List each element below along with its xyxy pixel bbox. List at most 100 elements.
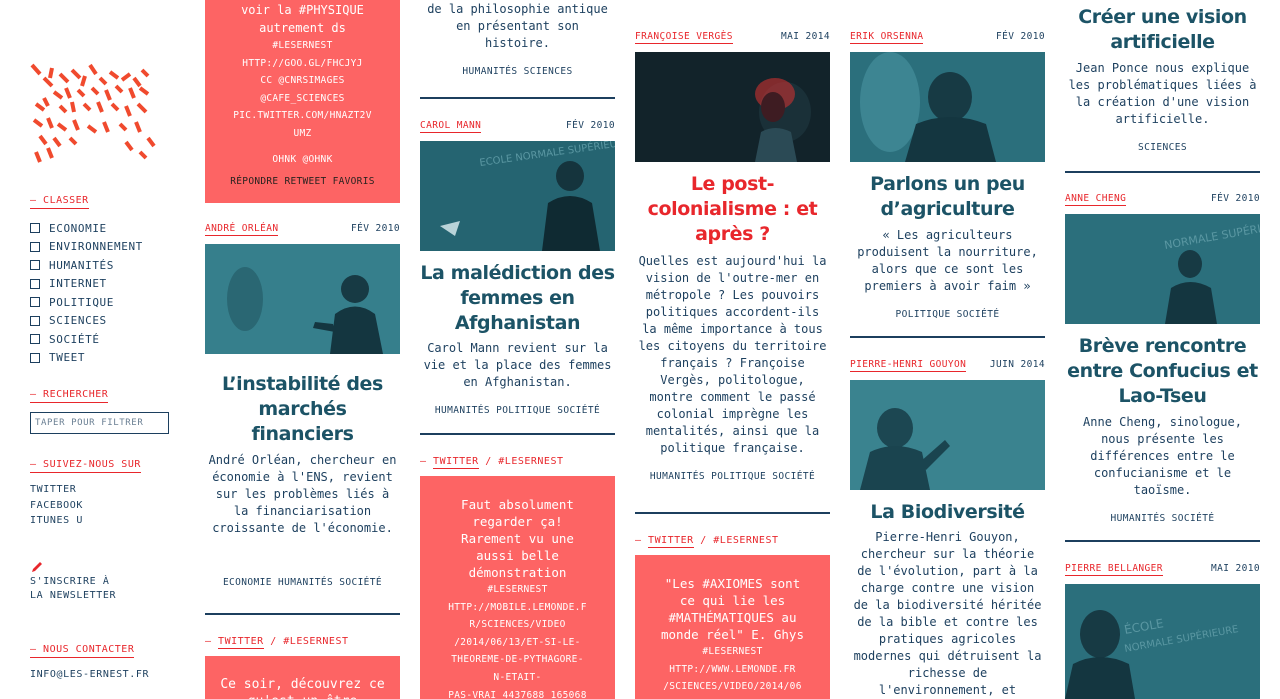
author[interactable]: ANDRÉ ORLÉAN bbox=[205, 223, 279, 236]
column-1: voir la #PHYSIQUE autrement ds #LESERNES… bbox=[205, 0, 400, 699]
tweet-card[interactable]: "Les #AXIOMES sont ce qui lie les #MATHÉ… bbox=[635, 555, 830, 699]
article-card[interactable]: FRANÇOISE VERGÈS MAI 2014 Le post-colonia… bbox=[635, 31, 830, 482]
twitter-link[interactable]: TWITTER bbox=[30, 484, 83, 500]
article-photo[interactable] bbox=[635, 52, 830, 162]
article-description: « Les agriculteurs produisent la nourrit… bbox=[857, 228, 1038, 293]
checkbox[interactable] bbox=[30, 278, 40, 289]
divider bbox=[1065, 171, 1260, 173]
article-card[interactable]: CAROL MANN FÉV 2010 ECOLE NORMALE SUPÉRIE… bbox=[420, 120, 615, 416]
article-tags[interactable]: ECONOMIE HUMANITÉS SOCIÉTÉ bbox=[205, 577, 400, 588]
twitter-heading: – TWITTER / #LESERNEST bbox=[420, 456, 564, 469]
article-card[interactable]: de la philosophie antique en présentant … bbox=[420, 1, 615, 77]
article-tags[interactable]: POLITIQUE SOCIÉTÉ bbox=[850, 309, 1045, 320]
twitter-heading: – TWITTER / #LESERNEST bbox=[635, 535, 779, 548]
divider bbox=[635, 512, 830, 514]
article-photo[interactable]: NORMALE SUPÉRIEURE bbox=[1065, 214, 1260, 324]
contact-title: – NOUS CONTACTER bbox=[30, 644, 135, 658]
date: FÉV 2010 bbox=[996, 31, 1045, 42]
checkbox[interactable] bbox=[30, 334, 40, 345]
article-title[interactable]: Parlons un peu d’agriculture bbox=[850, 172, 1045, 222]
tweet-card[interactable]: voir la #PHYSIQUE autrement ds #LESERNES… bbox=[205, 0, 400, 203]
filter-tweet[interactable]: TWEET bbox=[30, 349, 143, 368]
article-photo[interactable] bbox=[205, 244, 400, 354]
filter-politique[interactable]: POLITIQUE bbox=[30, 293, 143, 312]
article-description: de la philosophie antique en présentant … bbox=[427, 2, 608, 50]
date: FÉV 2010 bbox=[566, 120, 615, 131]
article-description: Carol Mann revient sur la vie et la plac… bbox=[423, 341, 612, 389]
search-input[interactable] bbox=[30, 412, 169, 434]
author[interactable]: PIERRE-HENRI GOUYON bbox=[850, 359, 967, 372]
article-card[interactable]: PIERRE BELLANGER MAI 2010 ÉCOLE NORMALE S… bbox=[1065, 563, 1260, 699]
column-5: Créer une vision artificielle Jean Ponce… bbox=[1065, 0, 1260, 699]
checkbox[interactable] bbox=[30, 315, 40, 326]
article-card[interactable]: ANDRÉ ORLÉAN FÉV 2010 L’instabilité des m… bbox=[205, 223, 400, 588]
article-description: Pierre-Henri Gouyon, chercheur sur la th… bbox=[853, 530, 1042, 697]
article-card[interactable]: ANNE CHENG FÉV 2010 NORMALE SUPÉRIEURE Br… bbox=[1065, 193, 1260, 524]
column-4: ERIK ORSENNA FÉV 2010 Parlons un peu d’ag… bbox=[850, 0, 1045, 699]
author[interactable]: PIERRE BELLANGER bbox=[1065, 563, 1163, 576]
tweet-card[interactable]: Ce soir, découvrez ce qu'est un être bbox=[205, 656, 400, 699]
divider bbox=[420, 97, 615, 99]
article-card[interactable]: Créer une vision artificielle Jean Ponce… bbox=[1065, 5, 1260, 153]
article-title[interactable]: Le post-colonialisme : et après ? bbox=[635, 172, 830, 247]
date: MAI 2010 bbox=[1211, 563, 1260, 574]
article-title[interactable]: La Biodiversité bbox=[850, 500, 1045, 525]
checkbox[interactable] bbox=[30, 260, 40, 271]
twitter-heading: – TWITTER / #LESERNEST bbox=[205, 636, 349, 649]
filter-sciences[interactable]: SCIENCES bbox=[30, 312, 143, 331]
date: FÉV 2010 bbox=[351, 223, 400, 234]
checkbox[interactable] bbox=[30, 297, 40, 308]
article-tags[interactable]: HUMANITÉS POLITIQUE SOCIÉTÉ bbox=[420, 405, 615, 416]
divider bbox=[850, 336, 1045, 338]
article-description: Anne Cheng, sinologue, nous présente les… bbox=[1083, 415, 1242, 497]
article-tags[interactable]: HUMANITÉS SOCIÉTÉ bbox=[1065, 513, 1260, 524]
social-links: TWITTER FACEBOOK ITUNES U bbox=[30, 484, 83, 531]
article-photo[interactable] bbox=[850, 52, 1045, 162]
checkbox[interactable] bbox=[30, 223, 40, 234]
article-tags[interactable]: HUMANITÉS SCIENCES bbox=[420, 66, 615, 77]
author[interactable]: CAROL MANN bbox=[420, 120, 482, 133]
checkbox[interactable] bbox=[30, 241, 40, 252]
article-photo[interactable] bbox=[850, 380, 1045, 490]
site-logo[interactable] bbox=[30, 60, 160, 165]
divider bbox=[1065, 540, 1260, 542]
date: MAI 2014 bbox=[781, 31, 830, 42]
author[interactable]: ANNE CHENG bbox=[1065, 193, 1127, 206]
article-photo[interactable]: ECOLE NORMALE SUPÉRIEURE bbox=[420, 141, 615, 251]
newsletter-link[interactable]: S'INSCRIRE À LA NEWSLETTER bbox=[30, 575, 116, 603]
article-description: Jean Ponce nous explique les problématiq… bbox=[1068, 61, 1257, 126]
filter-internet[interactable]: INTERNET bbox=[30, 275, 143, 294]
article-tags[interactable]: SCIENCES bbox=[1065, 142, 1260, 153]
category-filter-list: ECONOMIE ENVIRONNEMENT HUMANITÉS INTERNE… bbox=[30, 219, 143, 367]
article-title[interactable]: La malédiction des femmes en Afghanistan bbox=[420, 261, 615, 336]
filter-societe[interactable]: SOCIÉTÉ bbox=[30, 330, 143, 349]
divider bbox=[205, 613, 400, 615]
article-description: André Orléan, chercheur en économie à l'… bbox=[208, 453, 397, 535]
filter-environnement[interactable]: ENVIRONNEMENT bbox=[30, 238, 143, 257]
tweet-actions[interactable]: RÉPONDRE RETWEET FAVORIS bbox=[205, 176, 400, 187]
author[interactable]: FRANÇOISE VERGÈS bbox=[635, 31, 733, 44]
sidebar: – CLASSER ECONOMIE ENVIRONNEMENT HUMANIT… bbox=[30, 0, 180, 699]
article-card[interactable]: ERIK ORSENNA FÉV 2010 Parlons un peu d’ag… bbox=[850, 31, 1045, 320]
date: JUIN 2014 bbox=[989, 359, 1045, 370]
contact-email[interactable]: INFO@LES-ERNEST.FR bbox=[30, 669, 149, 680]
article-photo[interactable]: ÉCOLE NORMALE SUPÉRIEURE bbox=[1065, 584, 1260, 699]
itunes-link[interactable]: ITUNES U bbox=[30, 515, 83, 531]
article-title[interactable]: Créer une vision artificielle bbox=[1065, 5, 1260, 55]
filter-humanites[interactable]: HUMANITÉS bbox=[30, 256, 143, 275]
filter-economie[interactable]: ECONOMIE bbox=[30, 219, 143, 238]
tweet-card[interactable]: Faut absolument regarder ça! Rarement vu… bbox=[420, 476, 615, 699]
divider bbox=[420, 433, 615, 435]
column-3: FRANÇOISE VERGÈS MAI 2014 Le post-colonia… bbox=[635, 0, 830, 699]
facebook-link[interactable]: FACEBOOK bbox=[30, 500, 83, 516]
column-2: de la philosophie antique en présentant … bbox=[420, 0, 615, 699]
article-tags[interactable]: HUMANITÉS POLITIQUE SOCIÉTÉ bbox=[635, 471, 830, 482]
article-title[interactable]: Brève rencontre entre Confucius et Lao-T… bbox=[1065, 334, 1260, 409]
search-title: – RECHERCHER bbox=[30, 389, 109, 403]
article-description: Quelles est aujourd'hui la vision de l'o… bbox=[638, 254, 827, 455]
article-title[interactable]: L’instabilité des marchés financiers bbox=[205, 372, 400, 447]
pencil-icon bbox=[32, 562, 42, 572]
author[interactable]: ERIK ORSENNA bbox=[850, 31, 924, 44]
article-card[interactable]: PIERRE-HENRI GOUYON JUIN 2014 La Biodiver… bbox=[850, 359, 1045, 699]
checkbox[interactable] bbox=[30, 352, 40, 363]
